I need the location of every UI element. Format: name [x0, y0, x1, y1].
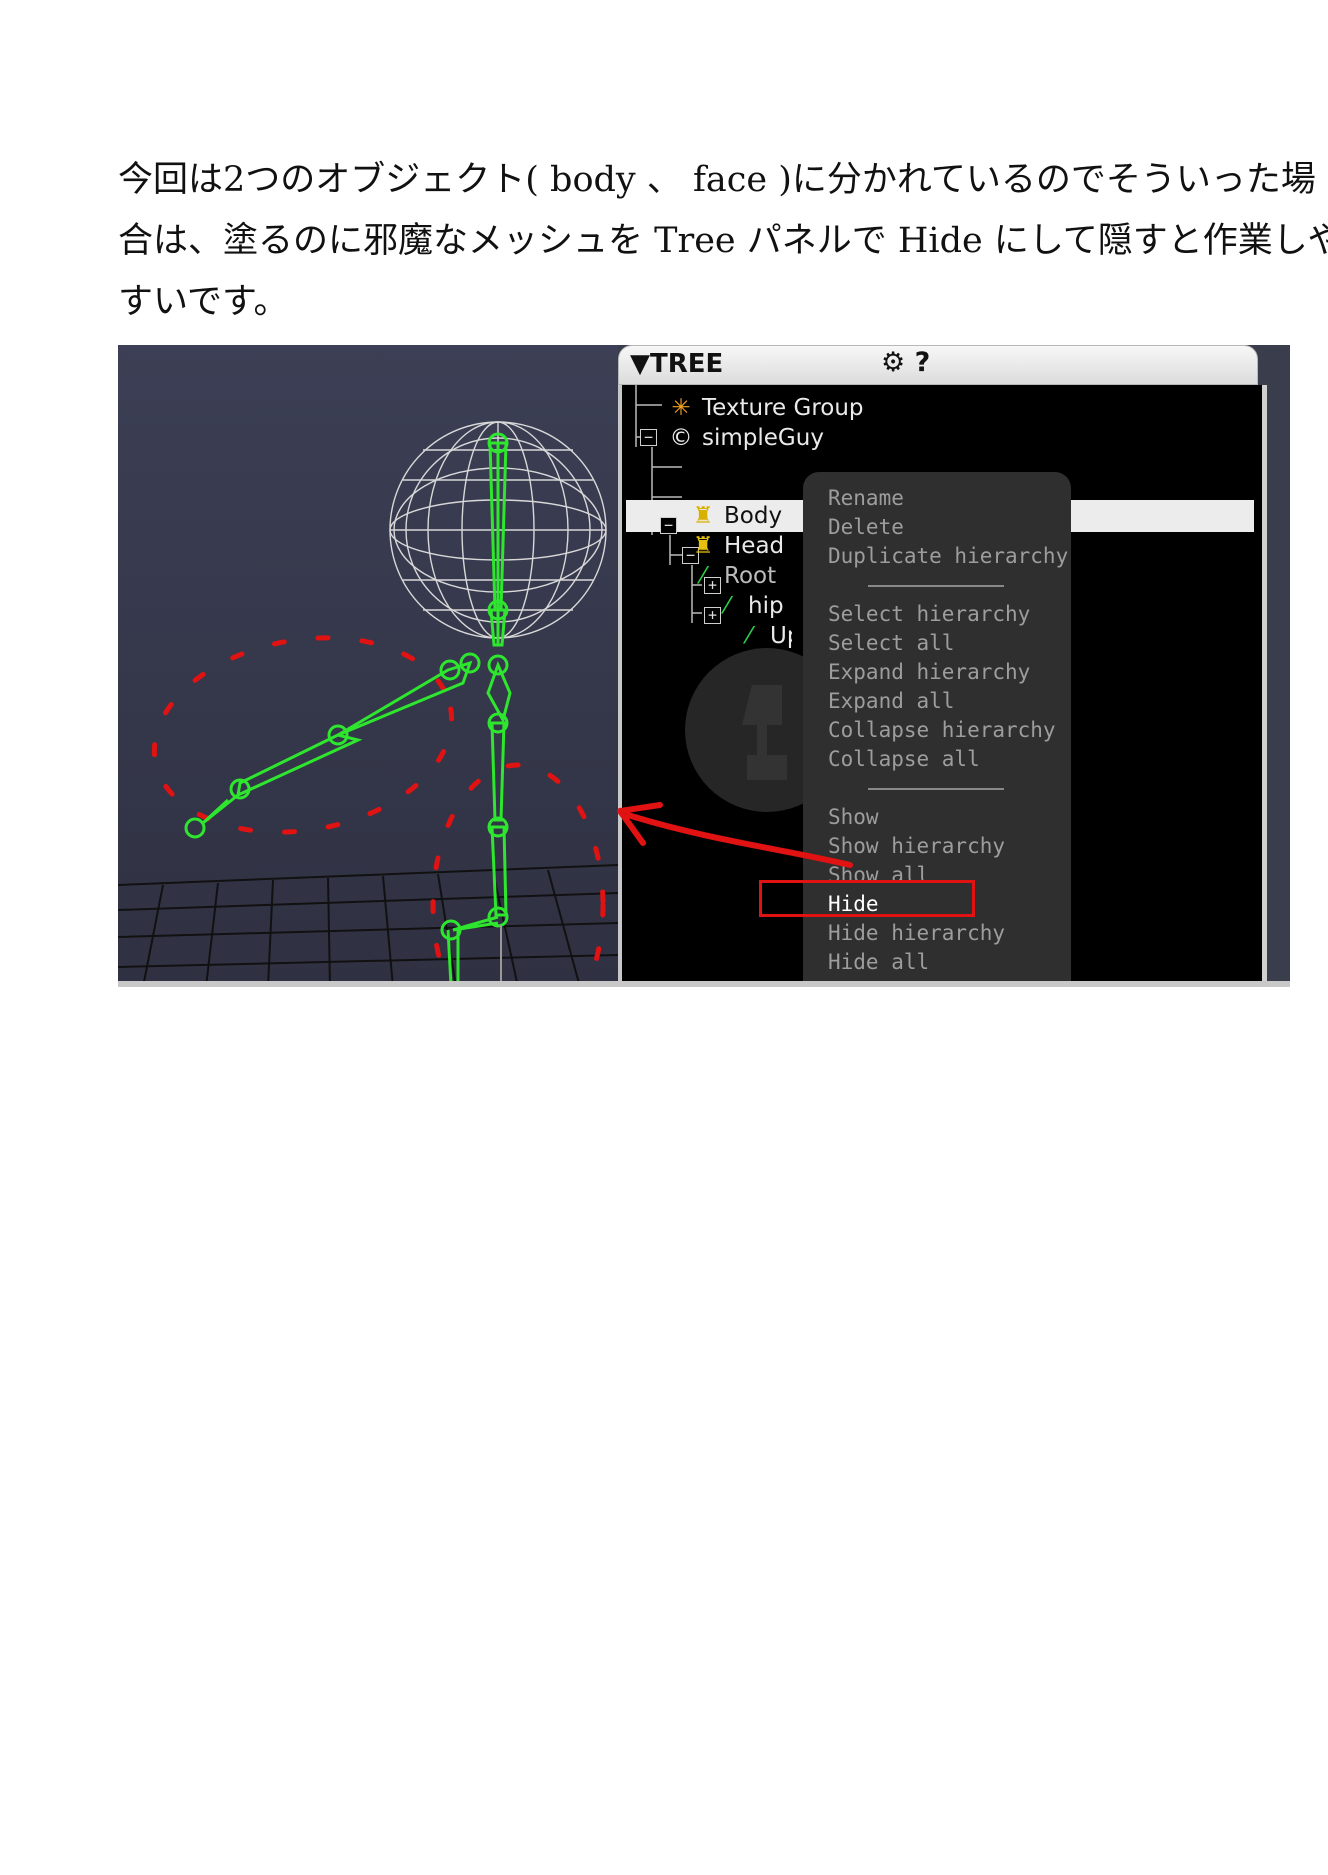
menu-separator	[868, 585, 1004, 587]
tree-node-simpleguy[interactable]: © simpleGuy	[668, 423, 824, 453]
software-screenshot: − − − + + ✳ Texture Group © simpleGuy ♜ Bod…	[118, 345, 1290, 987]
3d-viewport[interactable]	[118, 345, 618, 987]
tree-node-head[interactable]: ♜ Head	[690, 531, 784, 561]
tree-node-body[interactable]: ♜ Body	[690, 501, 782, 531]
annotation-arrow	[617, 802, 853, 868]
bone-icon: ⁄	[725, 593, 729, 619]
menu-item-select-all[interactable]: Select all	[828, 629, 954, 658]
paragraph-line-1: 今回は2つのオブジェクト( body 、 face )に分かれているのでそういっ…	[118, 160, 1316, 200]
mesh-icon: ♜	[692, 533, 714, 559]
collapse-icon[interactable]: −	[660, 517, 677, 534]
menu-item-rename[interactable]: Rename	[828, 484, 904, 513]
menu-item-select-hierarchy[interactable]: Select hierarchy	[828, 600, 1030, 629]
menu-item-collapse-hierarchy[interactable]: Collapse hierarchy	[828, 716, 1056, 745]
help-icon[interactable]: ?	[915, 347, 931, 378]
paragraph-line-2: 合は、塗るのに邪魔なメッシュを Tree パネルで Hide にして隠すと作業し…	[118, 221, 1328, 261]
tree-title[interactable]: ▼TREE	[630, 349, 723, 379]
menu-item-hide-all[interactable]: Hide all	[828, 948, 929, 977]
menu-item-delete[interactable]: Delete	[828, 513, 904, 542]
paragraph-line-3: すいです。	[118, 282, 289, 322]
collapse-icon[interactable]: −	[640, 429, 657, 446]
menu-item-duplicate-hierarchy[interactable]: Duplicate hierarchy	[828, 542, 1068, 571]
menu-item-collapse-all[interactable]: Collapse all	[828, 745, 980, 774]
menu-item-hide-hierarchy[interactable]: Hide hierarchy	[828, 919, 1005, 948]
tree-node-root[interactable]: ⁄ Root	[690, 561, 776, 591]
menu-separator	[868, 788, 1004, 790]
tree-node-hip[interactable]: ⁄ hip	[714, 591, 784, 621]
bone-icon: ⁄	[701, 563, 705, 589]
menu-item-expand-hierarchy[interactable]: Expand hierarchy	[828, 658, 1030, 687]
mesh-icon: ♜	[692, 503, 714, 529]
texture-group-icon: ✳	[671, 395, 691, 421]
screenshot-bottom-edge	[118, 981, 1290, 987]
tree-node-texture-group[interactable]: ✳ Texture Group	[668, 393, 863, 423]
character-icon: ©	[669, 425, 693, 451]
menu-item-expand-all[interactable]: Expand all	[828, 687, 954, 716]
gear-icon[interactable]: ⚙	[881, 347, 905, 378]
instruction-paragraph: 今回は2つのオブジェクト( body 、 face )に分かれているのでそういっ…	[118, 150, 1328, 333]
